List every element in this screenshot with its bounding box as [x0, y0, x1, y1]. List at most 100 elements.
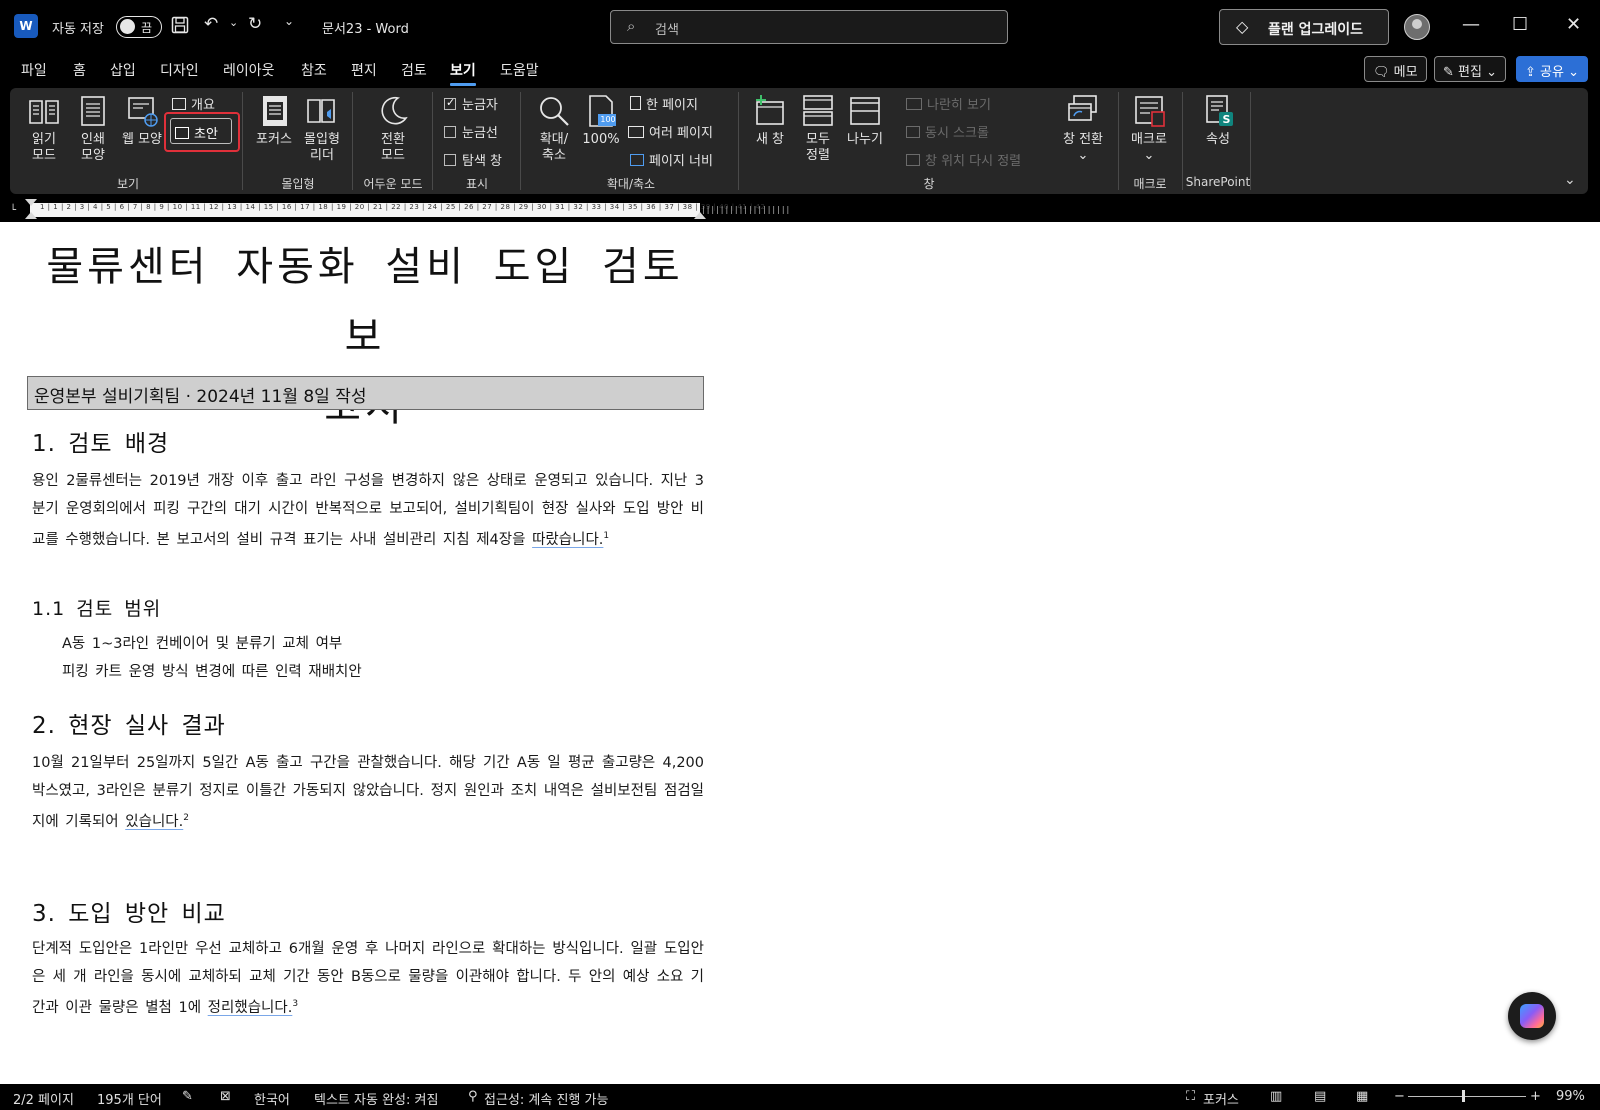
proofing-icon[interactable]: ✎ [182, 1089, 193, 1104]
focus-mode-label[interactable]: 포커스 [1203, 1089, 1239, 1108]
tab-layout[interactable]: 레이아웃 [223, 60, 275, 80]
ruler-checkbox[interactable]: 눈금자 [444, 94, 498, 113]
page-icon [81, 96, 105, 126]
sync-scroll-label: 동시 스크롤 [925, 126, 989, 141]
footnote-ref-3[interactable]: 3 [292, 999, 298, 1009]
focus-mode-icon[interactable]: ⛶ [1186, 1089, 1195, 1104]
search-icon: ⌕ [627, 17, 636, 35]
arrange-all-button[interactable]: 모두 정렬 [798, 94, 838, 164]
undo-icon[interactable]: ↶ [204, 14, 218, 34]
properties-button[interactable]: S 속성 [1196, 94, 1240, 148]
text-prediction-status[interactable]: 텍스트 자동 완성: 켜짐 [314, 1089, 438, 1108]
tab-mailings[interactable]: 편지 [351, 60, 377, 80]
side-by-side-button[interactable]: 나란히 보기 [906, 94, 991, 113]
chevron-down-icon: ⌄ [1486, 65, 1498, 80]
reset-window-position-button[interactable]: 창 위치 다시 정렬 [906, 150, 1021, 169]
zoom-button[interactable]: 확대/ 축소 [532, 94, 576, 164]
group-label-window: 창 [923, 177, 935, 191]
first-line-indent-handle[interactable] [25, 199, 37, 206]
tab-selector-icon[interactable]: └ [10, 205, 16, 216]
switch-mode-button[interactable]: 전환 모드 [372, 94, 414, 164]
focus-button[interactable]: 포커스 [252, 94, 296, 148]
word-icon: W [14, 14, 38, 38]
maximize-icon[interactable]: ☐ [1512, 14, 1528, 35]
tab-help[interactable]: 도움말 [500, 60, 539, 80]
group-label-show: 표시 [465, 177, 489, 191]
page-indicator[interactable]: 2/2 페이지 [13, 1089, 74, 1108]
upgrade-plan-button[interactable]: ◇ 플랜 업그레이드 [1219, 9, 1389, 45]
edit-label: 편집 [1458, 65, 1482, 80]
switch-windows-button[interactable]: 창 전환 ⌄ [1058, 94, 1108, 164]
share-button[interactable]: ⇪ 공유 ⌄ [1516, 56, 1589, 82]
zoom-slider[interactable] [1408, 1096, 1526, 1097]
immersive-reader-button[interactable]: 몰입형 리더 [300, 94, 344, 164]
footnote-ref-2[interactable]: 2 [183, 813, 189, 823]
undo-dropdown-icon[interactable]: ⌄ [229, 16, 238, 29]
multiple-pages-button[interactable]: 여러 페이지 [628, 122, 713, 141]
customize-qat-icon[interactable]: ⌄ [284, 14, 294, 28]
ribbon-separator [352, 92, 353, 190]
read-mode-label: 읽기 모드 [32, 132, 56, 163]
tab-view[interactable]: 보기 [450, 60, 476, 86]
tab-insert[interactable]: 삽입 [110, 60, 136, 80]
web-layout-view-icon[interactable]: ▦ [1356, 1089, 1368, 1104]
word-count[interactable]: 195개 단어 [97, 1089, 162, 1108]
macros-button[interactable]: 매크로 ⌄ [1126, 94, 1172, 164]
tab-design[interactable]: 디자인 [160, 60, 199, 80]
outline-icon [172, 98, 186, 110]
new-window-button[interactable]: 새 창 [750, 94, 790, 148]
right-indent-handle[interactable] [694, 212, 706, 219]
autosave-toggle[interactable]: 끔 [116, 16, 162, 38]
read-mode-view-icon[interactable]: ▥ [1270, 1089, 1282, 1104]
editing-mode-button[interactable]: ✎ 편집 ⌄ [1434, 56, 1507, 82]
tab-home[interactable]: 홈 [73, 60, 86, 80]
split-button[interactable]: 나누기 [842, 94, 888, 148]
tab-references[interactable]: 참조 [301, 60, 327, 80]
gridlines-checkbox[interactable]: 눈금선 [444, 122, 498, 141]
print-layout-button[interactable]: 인쇄 모양 [74, 94, 112, 164]
checkbox-icon [444, 126, 456, 138]
one-page-button[interactable]: 한 페이지 [630, 94, 698, 113]
share-label: 공유 [1540, 65, 1564, 80]
draft-button[interactable]: 초안 [170, 118, 232, 144]
copilot-button[interactable] [1508, 992, 1556, 1040]
zoom-in-icon[interactable]: + [1530, 1089, 1541, 1104]
footnote-ref-1[interactable]: 1 [603, 531, 609, 541]
chevron-down-icon: ⌄ [1077, 148, 1089, 163]
track-changes-icon[interactable]: ⊠ [220, 1089, 231, 1104]
read-mode-button[interactable]: 읽기 모드 [25, 94, 63, 164]
language-indicator[interactable]: 한국어 [254, 1089, 290, 1108]
memo-button[interactable]: 🗨 메모 [1364, 56, 1427, 82]
tab-review[interactable]: 검토 [401, 60, 427, 80]
accessibility-status[interactable]: 접근성: 계속 진행 가능 [484, 1089, 608, 1108]
switch-windows-icon [1068, 95, 1097, 121]
tab-file[interactable]: 파일 [21, 60, 47, 80]
document-page[interactable]: 물류센터 자동화 설비 도입 검토 보 고서 운영본부 설비기획팀 · 2024… [0, 222, 1600, 1084]
ruler-label: 눈금자 [462, 98, 498, 113]
nav-pane-checkbox[interactable]: 탐색 창 [444, 150, 502, 169]
section-1-paragraph: 용인 2물류센터는 2019년 개장 이후 출고 라인 구성을 변경하지 않은 … [32, 468, 704, 554]
save-icon[interactable] [171, 16, 189, 39]
collapse-ribbon-icon[interactable]: ⌄ [1564, 172, 1576, 188]
sync-scroll-button[interactable]: 동시 스크롤 [906, 122, 989, 141]
redo-icon[interactable]: ↻ [248, 14, 262, 34]
multiple-pages-label: 여러 페이지 [649, 126, 713, 141]
search-box[interactable]: ⌕ 검색 [610, 10, 1008, 44]
ribbon-separator [1250, 92, 1251, 190]
page-width-button[interactable]: 페이지 너비 [630, 150, 713, 169]
print-layout-view-icon[interactable]: ▤ [1314, 1089, 1326, 1104]
zoom-out-icon[interactable]: − [1394, 1089, 1405, 1104]
print-layout-label: 인쇄 모양 [81, 132, 105, 163]
zoom-level[interactable]: 99% [1556, 1089, 1585, 1104]
group-label-sharepoint: SharePoint [1185, 175, 1251, 189]
web-layout-button[interactable]: 웹 모양 [118, 94, 166, 148]
title-bar: W 자동 저장 끔 ↶ ⌄ ↻ ⌄ 문서23 - Word ⌕ 검색 ◇ 플랜 … [0, 0, 1600, 54]
outline-button[interactable]: 개요 [172, 94, 215, 113]
left-indent-handle[interactable] [25, 212, 37, 219]
section-2-paragraph: 10월 21일부터 25일까지 5일간 A동 출고 구간을 관찰했습니다. 해당… [32, 750, 704, 836]
copilot-icon [1520, 1004, 1544, 1028]
avatar[interactable] [1404, 14, 1430, 40]
close-icon[interactable]: ✕ [1566, 14, 1581, 35]
zoom-slider-thumb[interactable] [1462, 1090, 1465, 1102]
minimize-icon[interactable]: — [1462, 14, 1480, 35]
